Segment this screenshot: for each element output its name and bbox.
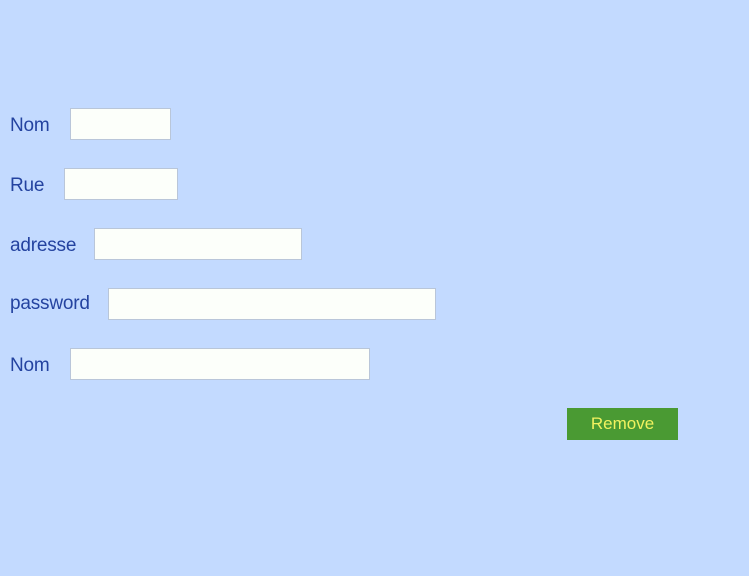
- nom-label: Nom: [10, 115, 50, 136]
- nom-input-2[interactable]: [70, 348, 370, 380]
- password-label: password: [10, 293, 90, 314]
- form-page: { "form": { "fields": [ { "label": "Nom"…: [0, 0, 749, 576]
- nom-label-2: Nom: [10, 355, 50, 376]
- remove-button[interactable]: Remove: [567, 408, 678, 440]
- adresse-label: adresse: [10, 235, 77, 256]
- rue-input[interactable]: [64, 168, 178, 200]
- adresse-input[interactable]: [94, 228, 302, 260]
- nom-input[interactable]: [70, 108, 171, 140]
- password-input[interactable]: [108, 288, 436, 320]
- rue-label: Rue: [10, 175, 45, 196]
